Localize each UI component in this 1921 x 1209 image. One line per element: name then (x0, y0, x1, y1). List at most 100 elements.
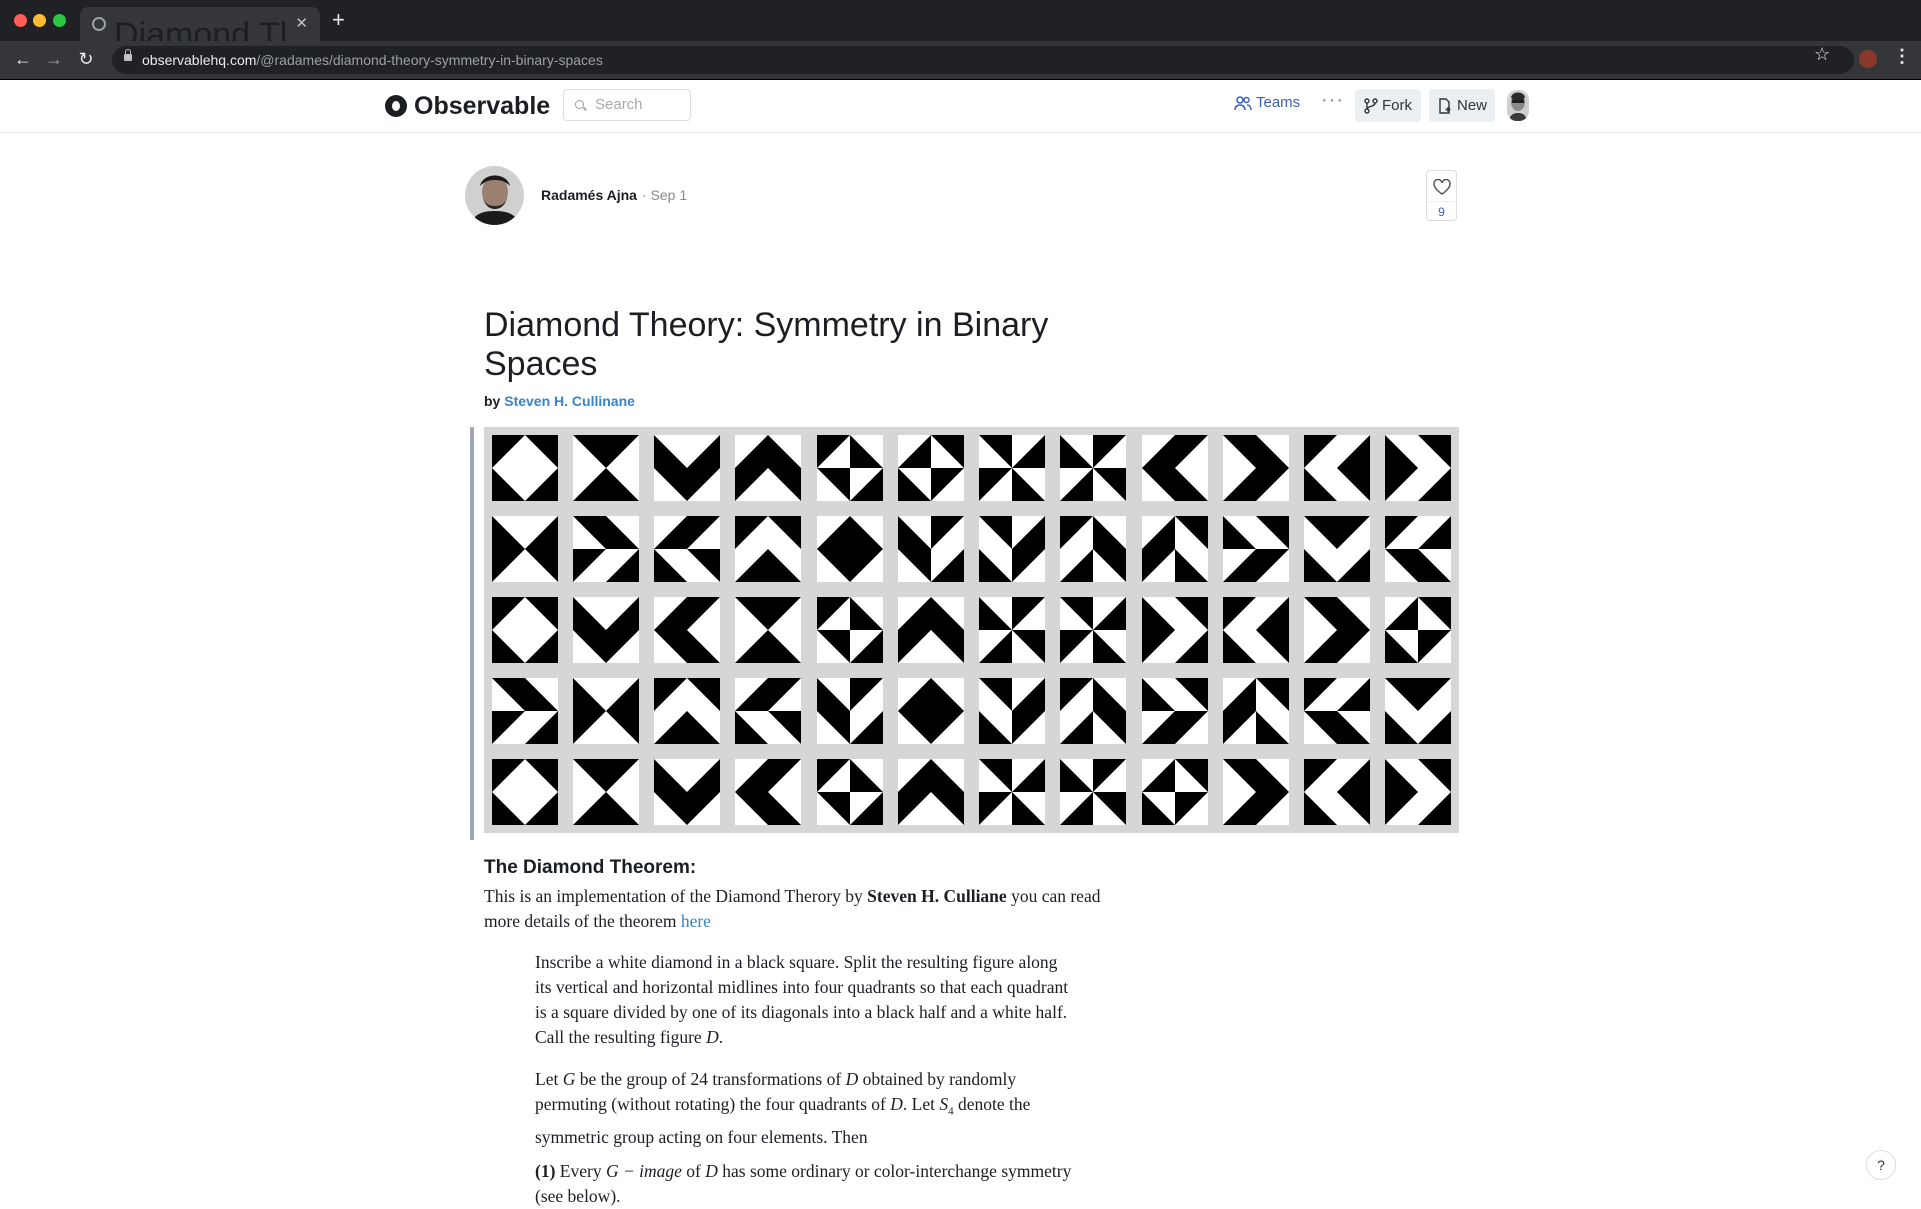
diamond-tile (816, 759, 883, 826)
diamond-tile (735, 597, 802, 663)
diamond-tile (1141, 597, 1208, 663)
browser-tab-active[interactable]: Diamond Theory: Symmetry in Binary Space… (80, 7, 320, 54)
diamond-tile (491, 678, 558, 745)
diamond-tile (1222, 434, 1289, 501)
diamond-tile (1141, 759, 1208, 826)
diamond-tile (1060, 434, 1127, 501)
teams-label: Teams (1256, 94, 1301, 111)
theorem-paragraph-1: Inscribe a white diamond in a black squa… (535, 952, 1069, 1047)
observable-logo-text[interactable]: Observable (414, 92, 550, 121)
more-options-icon[interactable]: ··· (1321, 89, 1344, 112)
diamond-tile (491, 434, 558, 501)
diamond-tile (1385, 515, 1452, 582)
diamond-tile (1304, 597, 1371, 663)
diamond-tile (979, 434, 1046, 501)
diamond-tile (897, 597, 964, 663)
diamond-tile (1385, 759, 1452, 826)
theorem-paragraph-2: Let G be the group of 24 transformations… (535, 1069, 1031, 1147)
diamond-tile (1060, 678, 1127, 745)
browser-menu-icon[interactable]: ⋮ (1893, 46, 1911, 67)
bookmark-star-icon[interactable]: ☆ (1814, 44, 1830, 65)
diamond-tile (979, 759, 1046, 826)
address-bar[interactable]: observablehq.com/@radames/diamond-theory… (112, 46, 1854, 74)
byline-author-link[interactable]: Steven H. Cullinane (504, 393, 635, 409)
byline: by Steven H. Cullinane (484, 393, 635, 409)
diamond-tile (654, 678, 721, 745)
diamond-tile (897, 759, 964, 826)
diamond-tile (1141, 678, 1208, 745)
diamond-tile (979, 515, 1046, 582)
diamond-tile (572, 597, 639, 663)
diamond-tile (654, 759, 721, 826)
heart-icon (1433, 179, 1451, 195)
close-window-button[interactable] (14, 14, 27, 27)
like-button[interactable]: 9 (1426, 170, 1457, 221)
url-text: observablehq.com/@radames/diamond-theory… (142, 52, 603, 68)
diamond-tile (491, 597, 558, 663)
diamond-tile (979, 597, 1046, 663)
diamond-tile (735, 759, 802, 826)
diamond-tile (816, 515, 883, 582)
lock-icon (124, 49, 132, 61)
diamond-tile (491, 515, 558, 582)
intro-paragraph: This is an implementation of the Diamond… (484, 886, 1101, 931)
diamond-tile (897, 515, 964, 582)
new-notebook-button[interactable]: New (1429, 89, 1495, 122)
diamond-tile (1222, 759, 1289, 826)
fork-icon (1364, 98, 1378, 114)
search-input[interactable] (595, 96, 685, 113)
diamond-tile (735, 434, 802, 501)
back-icon[interactable]: ← (12, 48, 34, 70)
notebook-title: Diamond Theory: Symmetry in Binary Space… (484, 306, 1049, 383)
diamond-tile (1304, 515, 1371, 582)
diamond-tile (1304, 434, 1371, 501)
diamond-tile (1141, 434, 1208, 501)
diamond-tile (897, 434, 964, 501)
user-avatar[interactable] (1507, 90, 1529, 121)
diamond-tile (735, 678, 802, 745)
like-divider (1427, 201, 1456, 202)
diamond-tile (572, 759, 639, 826)
diamond-tile (654, 597, 721, 663)
diamond-tile (1222, 678, 1289, 745)
new-label: New (1457, 97, 1488, 114)
diamond-tile (816, 678, 883, 745)
author-avatar[interactable] (465, 166, 524, 225)
diamond-tile (491, 759, 558, 826)
diamond-tile (897, 678, 964, 745)
diamond-tile (1060, 515, 1127, 582)
fork-button[interactable]: Fork (1355, 89, 1421, 122)
diamond-tile (1385, 434, 1452, 501)
browser-toolbar: ← → ↻ observablehq.com/@radames/diamond-… (0, 41, 1921, 80)
section-heading: The Diamond Theorem: (484, 857, 697, 878)
diamond-tile (1060, 759, 1127, 826)
diamond-tile (1385, 678, 1452, 745)
search-box[interactable] (563, 89, 691, 121)
author-name[interactable]: Radamés Ajna (541, 187, 637, 203)
close-tab-icon[interactable]: ✕ (295, 14, 308, 32)
here-link[interactable]: here (681, 911, 711, 931)
diamond-tile (735, 515, 802, 582)
cell-focus-bar[interactable] (470, 427, 474, 840)
forward-icon[interactable]: → (43, 48, 65, 70)
publish-date: · Sep 1 (642, 187, 688, 203)
diamond-tile (654, 515, 721, 582)
help-button[interactable]: ? (1866, 1150, 1896, 1180)
diamond-tile (1385, 597, 1452, 663)
diamond-tile (1222, 515, 1289, 582)
new-document-icon (1439, 98, 1451, 114)
diamond-tile (979, 678, 1046, 745)
fork-label: Fork (1382, 97, 1412, 114)
observable-header: Observable Teams ··· Fork New (0, 80, 1921, 133)
diamond-tile (1222, 597, 1289, 663)
theorem-paragraph-3: (1) Every G − image of D has some ordina… (535, 1161, 1072, 1206)
diamond-tile (1141, 515, 1208, 582)
diamond-tile (1060, 597, 1127, 663)
new-tab-icon[interactable]: + (332, 9, 345, 31)
minimize-window-button[interactable] (33, 14, 46, 27)
diamond-tile (1304, 759, 1371, 826)
reload-icon[interactable]: ↻ (75, 48, 97, 70)
profile-avatar-icon[interactable] (1859, 50, 1877, 68)
observable-logo-icon[interactable] (385, 95, 407, 117)
maximize-window-button[interactable] (53, 14, 66, 27)
